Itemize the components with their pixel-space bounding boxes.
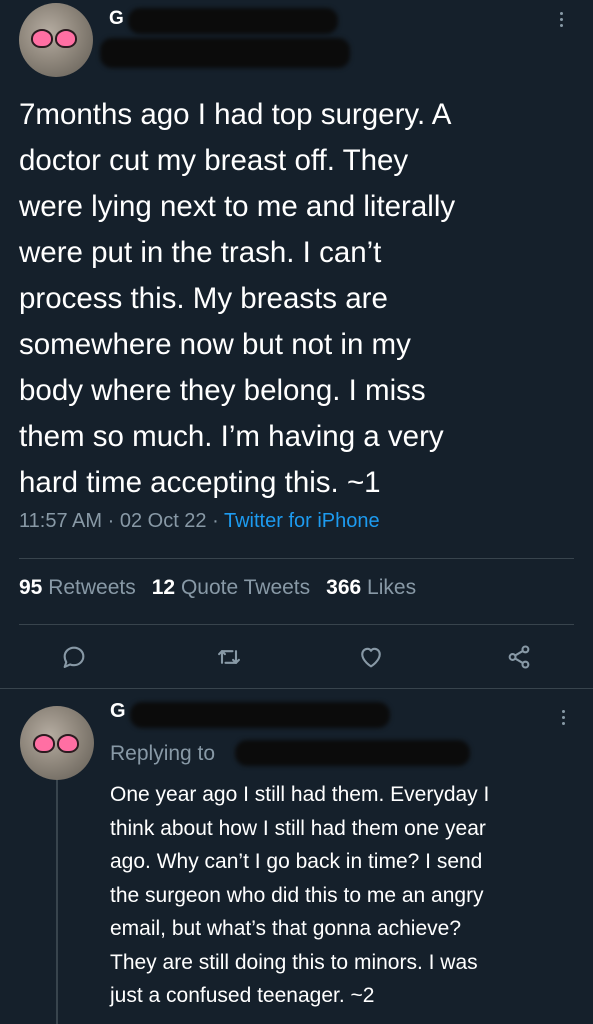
reply-tweet[interactable]: G Replying to One year ago I still had t… bbox=[0, 688, 593, 1024]
likes-stat[interactable]: 366 Likes bbox=[326, 576, 416, 599]
replying-to-label: Replying to bbox=[110, 742, 216, 765]
tweet-meta: 11:57 AM · 02 Oct 22 · Twitter for iPhon… bbox=[19, 510, 380, 533]
tweet-time[interactable]: 11:57 AM bbox=[19, 510, 102, 532]
heart-glasses-graphic bbox=[33, 734, 79, 753]
thread-line bbox=[56, 780, 58, 1024]
tweet-detail-page: G 7months ago I had top surgery. A docto… bbox=[0, 0, 593, 1024]
meta-separator: · bbox=[107, 510, 115, 532]
tweet-source-link[interactable]: Twitter for iPhone bbox=[224, 510, 380, 532]
reply-icon[interactable] bbox=[60, 643, 88, 671]
redacted-author-handle bbox=[100, 38, 350, 68]
tweet-date[interactable]: 02 Oct 22 bbox=[120, 510, 207, 532]
meta-separator: · bbox=[212, 510, 219, 532]
more-options-icon[interactable] bbox=[558, 12, 564, 27]
share-icon[interactable] bbox=[505, 643, 533, 671]
reply-author-avatar[interactable] bbox=[20, 706, 94, 780]
tweet-text: 7months ago I had top surgery. A doctor … bbox=[19, 98, 456, 499]
retweets-stat[interactable]: 95 Retweets bbox=[19, 576, 136, 599]
tweet-stats: 95 Retweets 12 Quote Tweets 366 Likes bbox=[19, 576, 416, 600]
retweet-icon[interactable] bbox=[215, 643, 243, 671]
redacted-reply-author bbox=[130, 702, 390, 728]
reply-text: One year ago I still had them. Everyday … bbox=[110, 783, 490, 1007]
divider bbox=[19, 558, 574, 559]
quote-tweets-stat[interactable]: 12 Quote Tweets bbox=[152, 576, 310, 599]
reply-author-name[interactable]: G bbox=[110, 700, 126, 723]
author-avatar[interactable] bbox=[19, 3, 93, 77]
divider bbox=[19, 624, 574, 625]
like-icon[interactable] bbox=[357, 643, 385, 671]
redacted-author-name bbox=[128, 8, 338, 34]
redacted-replying-handle bbox=[235, 740, 470, 766]
reply-more-options-icon[interactable] bbox=[560, 710, 566, 725]
heart-glasses-graphic bbox=[31, 29, 77, 48]
author-name[interactable]: G bbox=[109, 8, 124, 30]
